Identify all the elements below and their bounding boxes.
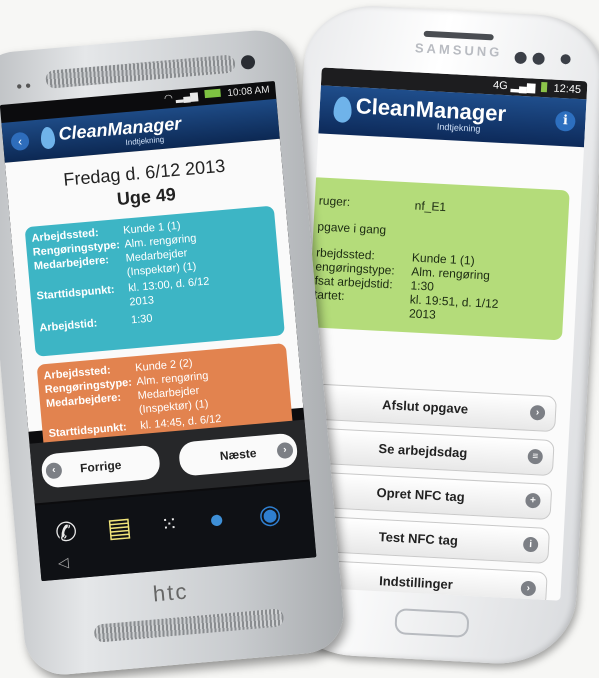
day-overview: Fredag d. 6/12 2013 Uge 49 Arbejdssted: … — [4, 138, 304, 455]
chevron-left-icon: ‹ — [45, 462, 63, 480]
field-label: Arbejdstid: — [38, 317, 98, 335]
phone-icon[interactable]: ✆ — [54, 516, 78, 549]
button-label: Test NFC tag — [378, 529, 459, 549]
home-button[interactable] — [394, 608, 470, 638]
browser-globe-icon[interactable]: ● — [207, 503, 225, 535]
button-label: Opret NFC tag — [376, 484, 466, 505]
task-status-card: ruger: nf_E1 pgave i gang rbejdssted: Ku… — [302, 176, 570, 341]
status-text: pgave i gang — [317, 219, 387, 238]
samsung-screen: 4G ▂▄▆ 12:45 CleanManager Indtjekning i … — [294, 67, 588, 601]
field-label: tartet: — [313, 287, 345, 303]
app-subtitle: Indtjekning — [125, 134, 165, 148]
apps-grid-icon[interactable]: ⁙ — [160, 511, 179, 537]
front-camera — [240, 54, 256, 70]
battery-icon — [204, 88, 221, 99]
htc-brand: htc — [151, 578, 190, 607]
sensor-dots: ● ● — [15, 80, 32, 93]
field-value: 2013 — [129, 294, 155, 309]
chevron-right-icon: › — [276, 441, 294, 460]
top-speaker — [45, 54, 236, 89]
wifi-icon: ◠ — [163, 92, 174, 105]
network-label: 4G — [492, 79, 508, 93]
earpiece — [423, 30, 494, 41]
bottom-speaker — [93, 608, 285, 643]
arrow-right-icon: › — [529, 404, 546, 421]
field-value: nf_E1 — [414, 198, 447, 215]
back-button[interactable]: ‹ — [10, 131, 30, 152]
afslut-opgave-button[interactable]: Afslut opgave › — [294, 382, 557, 433]
signal-icon: ▂▄▆ — [175, 90, 199, 104]
arrow-icon: › — [520, 580, 537, 597]
status-time: 12:45 — [553, 82, 582, 97]
field-value: 1:30 — [130, 312, 153, 327]
status-time: 10:08 AM — [226, 84, 271, 100]
hardware-keys: ◁ — [57, 553, 70, 571]
samsung-brand: SAMSUNG — [414, 40, 503, 60]
se-arbejdsdag-button[interactable]: Se arbejdsdag ≡ — [294, 426, 555, 477]
button-label: Forrige — [79, 457, 122, 476]
info-icon: i — [522, 536, 539, 553]
field-value: 2013 — [408, 306, 437, 322]
button-label: Afslut opgave — [381, 397, 469, 417]
htc-screen: ◠ ▂▄▆ 10:08 AM ‹ CleanManager Indtjeknin… — [0, 80, 317, 582]
water-drop-logo-icon — [39, 126, 56, 150]
app-subtitle: Indtjekning — [436, 121, 481, 134]
messages-icon[interactable]: ▤ — [106, 511, 133, 544]
app-title: CleanManager — [355, 93, 507, 127]
button-label: Se arbejdsdag — [378, 440, 468, 461]
previous-button[interactable]: ‹ Forrige — [40, 444, 161, 489]
button-label: Næste — [219, 446, 258, 464]
field-label: ruger: — [318, 193, 351, 210]
signal-icon: ▂▄▆ — [510, 80, 536, 94]
task-card[interactable]: Arbejdssted: Kunde 1 (1) Rengøringstype:… — [24, 205, 285, 357]
field-value: 1:30 — [410, 278, 435, 294]
menu-icon: ≡ — [527, 448, 544, 465]
plus-icon: + — [525, 492, 541, 509]
battery-icon — [541, 81, 548, 93]
htc-phone: ● ● ◠ ▂▄▆ 10:08 AM ‹ CleanManager Indtje… — [0, 27, 347, 678]
info-button[interactable]: i — [554, 110, 576, 132]
water-drop-logo-icon — [332, 96, 353, 124]
sensor-dot — [514, 51, 527, 65]
front-camera — [560, 53, 571, 65]
sensor-dot — [532, 52, 545, 66]
button-label: Indstillinger — [378, 573, 454, 593]
field-value: kl. 13:00, d. 6/12 — [127, 275, 210, 295]
next-button[interactable]: Næste › — [177, 432, 299, 477]
camera-icon[interactable]: ◉ — [257, 498, 282, 531]
field-label: Starttidspunkt: — [36, 283, 116, 303]
